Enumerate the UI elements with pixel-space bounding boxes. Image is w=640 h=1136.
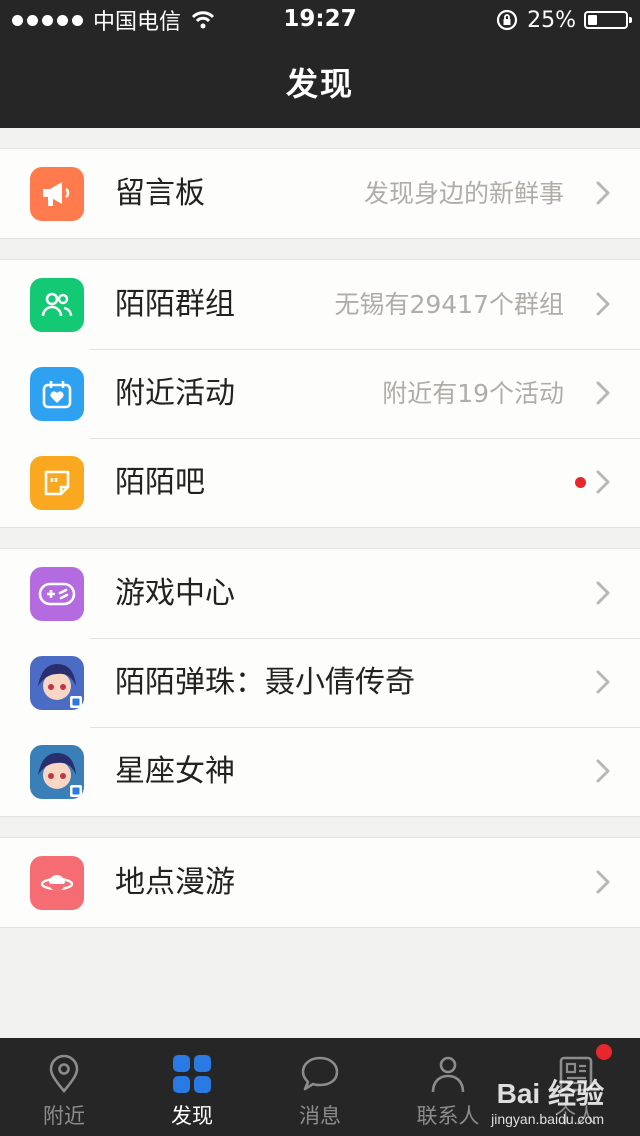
tab-label: 消息	[299, 1104, 341, 1128]
list-item-detail: 附近有19个活动	[382, 379, 564, 408]
list-item-label: 星座女神	[115, 754, 235, 789]
tab-2[interactable]: 消息	[256, 1038, 384, 1136]
baidu-watermark: Bai 经验 jingyan.baidu.com	[491, 1078, 604, 1127]
list-item-label: 地点漫游	[115, 865, 235, 900]
list-item-detail: 发现身边的新鲜事	[363, 179, 564, 208]
new-indicator-dot	[575, 477, 586, 488]
nav-bar: 发现	[0, 40, 640, 128]
list-group: 留言板 发现身边的新鲜事	[0, 148, 640, 239]
quote-note-icon	[30, 456, 84, 510]
megaphone-icon	[30, 167, 84, 221]
chevron-right-icon	[596, 870, 610, 894]
orientation-lock-icon	[496, 9, 518, 31]
notification-badge	[596, 1044, 612, 1060]
person-icon	[428, 1054, 468, 1094]
location-pin-icon	[44, 1054, 84, 1094]
chat-bubble-icon	[300, 1054, 340, 1094]
list-item-label: 附近活动	[115, 376, 235, 411]
list-item[interactable]: 星座女神	[0, 727, 640, 816]
list-group: 游戏中心陌陌弹珠：聂小倩传奇 星座女神	[0, 548, 640, 817]
chevron-right-icon	[596, 181, 610, 205]
status-bar: 中国电信 19:27 25%	[0, 0, 640, 40]
tab-label: 附近	[43, 1104, 85, 1128]
tab-1[interactable]: 发现	[128, 1038, 256, 1136]
chevron-right-icon	[596, 670, 610, 694]
list-group: 地点漫游	[0, 837, 640, 928]
list-item[interactable]: 游戏中心	[0, 549, 640, 638]
list-item-label: 陌陌吧	[115, 465, 205, 500]
game-avatar-icon	[30, 656, 84, 710]
chevron-right-icon	[596, 381, 610, 405]
list-item-label: 陌陌群组	[115, 287, 235, 322]
battery-level	[588, 15, 597, 25]
planet-icon	[30, 856, 84, 910]
group-icon	[30, 278, 84, 332]
list-item-detail: 无锡有29417个群组	[334, 290, 564, 319]
list-item[interactable]: 留言板 发现身边的新鲜事	[0, 149, 640, 238]
chevron-right-icon	[596, 470, 610, 494]
chevron-right-icon	[596, 292, 610, 316]
list-item[interactable]: 附近活动 附近有19个活动	[0, 349, 640, 438]
page-title: 发现	[285, 65, 354, 103]
chevron-right-icon	[596, 581, 610, 605]
battery-icon	[584, 11, 632, 29]
calendar-heart-icon	[30, 367, 84, 421]
list-item-label: 陌陌弹珠：聂小倩传奇	[115, 665, 415, 700]
list-group: 陌陌群组 无锡有29417个群组附近活动 附近有19个活动陌陌吧	[0, 259, 640, 528]
grid-icon	[172, 1054, 212, 1094]
list-item[interactable]: 陌陌群组 无锡有29417个群组	[0, 260, 640, 349]
list-item[interactable]: 陌陌弹珠：聂小倩传奇	[0, 638, 640, 727]
tab-label: 发现	[171, 1104, 213, 1128]
list-item-label: 游戏中心	[115, 576, 235, 611]
battery-percent: 25%	[527, 7, 576, 33]
game-avatar-icon	[30, 745, 84, 799]
gamepad-icon	[30, 567, 84, 621]
tab-0[interactable]: 附近	[0, 1038, 128, 1136]
discover-list: 留言板 发现身边的新鲜事 陌陌群组 无锡有29417个群组 附近活动 附近有19个活动 陌陌…	[0, 128, 640, 928]
list-item-label: 留言板	[115, 176, 205, 211]
status-right: 25%	[495, 6, 632, 34]
list-item[interactable]: 地点漫游	[0, 838, 640, 927]
chevron-right-icon	[596, 759, 610, 783]
list-item[interactable]: 陌陌吧	[0, 438, 640, 527]
